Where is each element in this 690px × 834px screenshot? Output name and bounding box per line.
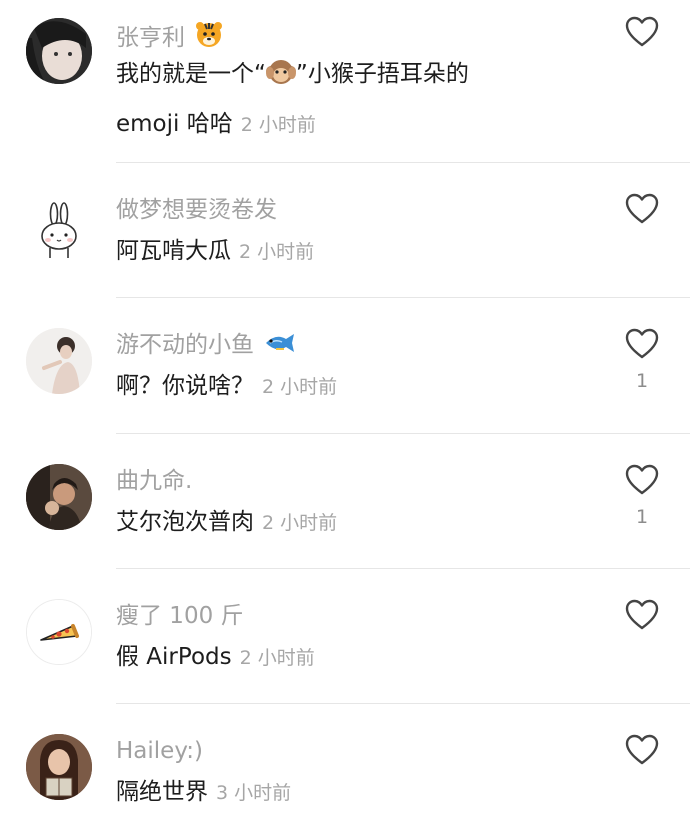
tiger-emoji-icon: [195, 20, 223, 56]
comment-text: 艾尔泡次普肉 2 小时前: [116, 500, 580, 545]
comment-text-part: 啊？你说啥？: [116, 373, 254, 399]
like-button[interactable]: [622, 734, 662, 776]
comment-text-part: emoji 哈哈: [116, 111, 233, 137]
username[interactable]: 做梦想要烫卷发: [116, 195, 277, 225]
timestamp: 2 小时前: [262, 376, 338, 398]
comment-text-part: 假 AirPods: [116, 644, 232, 670]
comment-line-2: emoji 哈哈 2 小时前: [116, 102, 580, 147]
comment-text-part: ”小猴子捂耳朵的: [295, 61, 469, 87]
comment-item: 曲九命. 艾尔泡次普肉 2 小时前 1: [0, 434, 690, 569]
like-count: 1: [635, 506, 649, 528]
username[interactable]: Hailey:): [116, 736, 203, 766]
timestamp: 3 小时前: [216, 782, 292, 804]
like-count: 1: [635, 370, 649, 392]
comment-text-part: 艾尔泡次普肉: [116, 509, 254, 535]
username[interactable]: 瘦了 100 斤: [116, 601, 244, 631]
comment-item: 游不动的小鱼 啊？你说啥？ 2 小时前 1: [0, 298, 690, 434]
heart-outline-icon[interactable]: [625, 599, 659, 631]
see-no-evil-monkey-emoji-icon: [265, 57, 296, 102]
comment-text-part: 阿瓦啃大瓜: [116, 238, 231, 264]
pizza-icon: [27, 600, 91, 664]
heart-outline-icon[interactable]: [625, 193, 659, 225]
heart-outline-icon[interactable]: [625, 16, 659, 48]
username-text[interactable]: 瘦了 100 斤: [116, 603, 244, 629]
avatar[interactable]: [26, 464, 92, 530]
username-text[interactable]: 游不动的小鱼: [116, 332, 254, 358]
comment-text: 啊？你说啥？ 2 小时前: [116, 364, 580, 409]
fish-emoji-icon: [264, 331, 296, 363]
comment-item: Hailey:) 隔绝世界 3 小时前: [0, 704, 690, 834]
avatar[interactable]: [26, 734, 92, 800]
timestamp: 2 小时前: [239, 241, 315, 263]
like-button[interactable]: [622, 16, 662, 58]
comment-text: 假 AirPods 2 小时前: [116, 635, 580, 680]
username[interactable]: 游不动的小鱼: [116, 330, 296, 363]
comment-text: 阿瓦啃大瓜 2 小时前: [116, 229, 580, 274]
avatar[interactable]: [26, 599, 92, 665]
avatar[interactable]: [26, 198, 92, 264]
comment-line-1: 我的就是一个“ ”小猴子捂耳朵的: [116, 52, 580, 102]
comment-text: 隔绝世界 3 小时前: [116, 770, 580, 815]
username-text[interactable]: 张亨利: [116, 25, 185, 51]
timestamp: 2 小时前: [239, 647, 315, 669]
username-text[interactable]: 做梦想要烫卷发: [116, 197, 277, 223]
like-button[interactable]: 1: [622, 464, 662, 528]
comment-item: 做梦想要烫卷发 阿瓦啃大瓜 2 小时前: [0, 163, 690, 298]
avatar[interactable]: [26, 18, 92, 84]
heart-outline-icon[interactable]: [625, 734, 659, 766]
heart-outline-icon[interactable]: [625, 328, 659, 360]
username-text[interactable]: 曲九命.: [116, 468, 192, 494]
timestamp: 2 小时前: [262, 512, 338, 534]
heart-outline-icon[interactable]: [625, 464, 659, 496]
like-button[interactable]: [622, 599, 662, 641]
comment-item: 张亨利 我的就是一个“ ”小猴子捂耳朵的 emoji 哈哈 2 小时前: [0, 0, 690, 163]
like-button[interactable]: [622, 193, 662, 235]
like-button[interactable]: 1: [622, 328, 662, 392]
comment-text-part: 我的就是一个“: [116, 61, 266, 87]
comment-text: 我的就是一个“ ”小猴子捂耳朵的 emoji 哈哈 2 小时前: [116, 52, 580, 147]
username[interactable]: 曲九命.: [116, 466, 192, 496]
username-text[interactable]: Hailey:): [116, 738, 203, 764]
comment-item: 瘦了 100 斤 假 AirPods 2 小时前: [0, 569, 690, 704]
avatar[interactable]: [26, 328, 92, 394]
username[interactable]: 张亨利: [116, 20, 223, 56]
comment-text-part: 隔绝世界: [116, 779, 208, 805]
comment-list: 张亨利 我的就是一个“ ”小猴子捂耳朵的 emoji 哈哈 2 小时前 做梦想要…: [0, 0, 690, 834]
timestamp: 2 小时前: [240, 114, 316, 136]
